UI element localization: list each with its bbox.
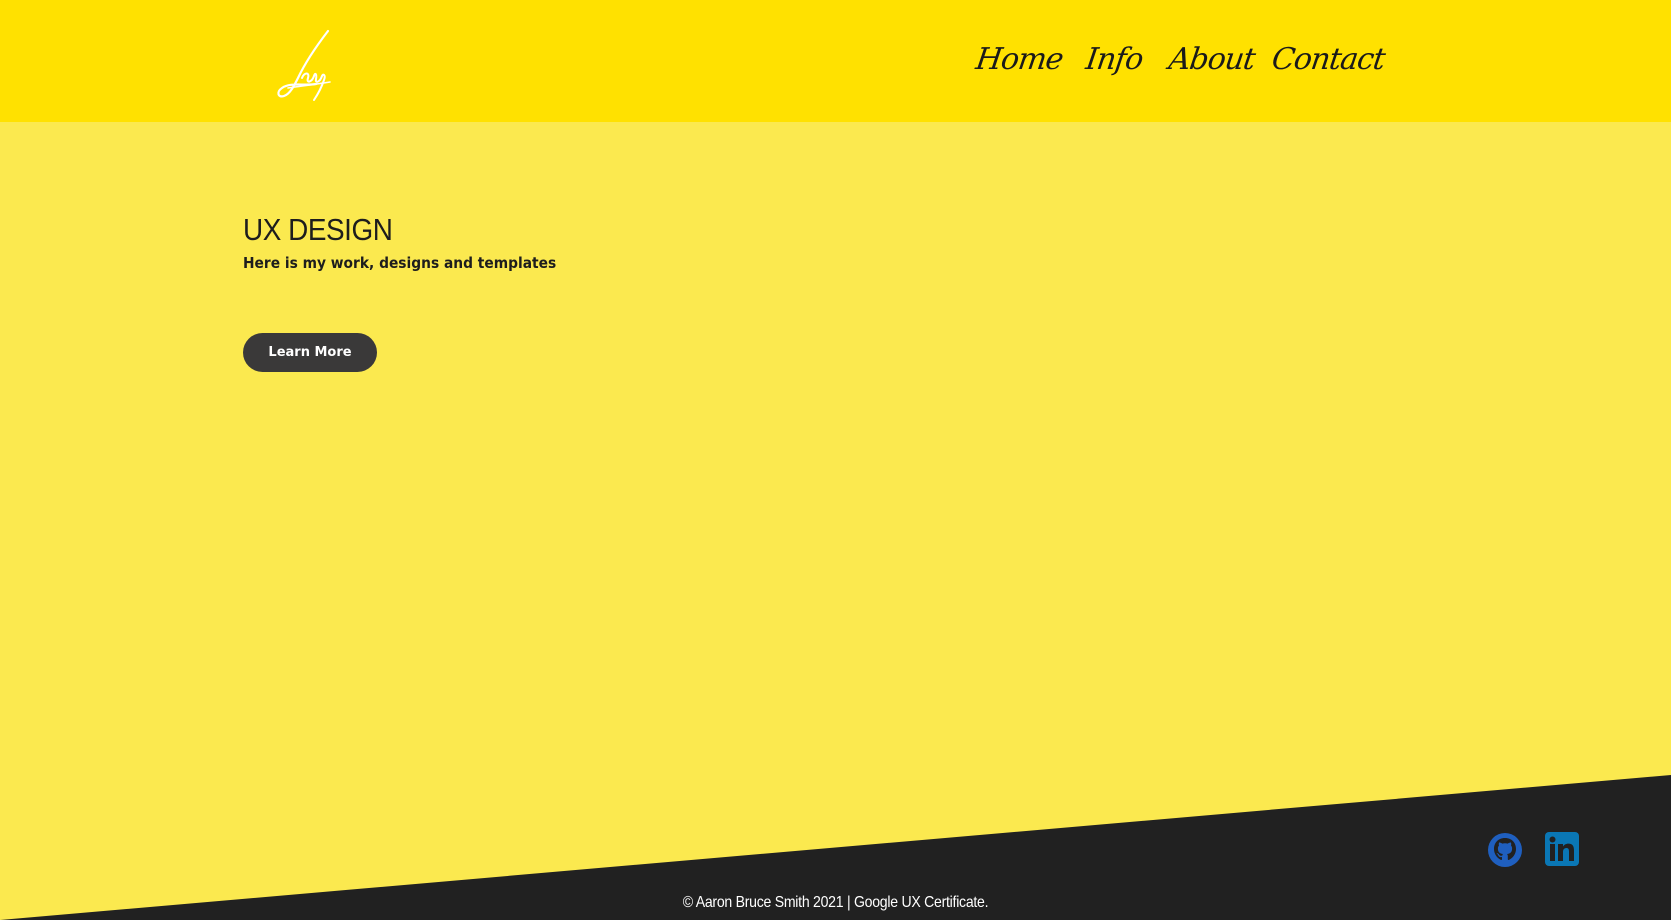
hero-title: UX DESIGN [243, 212, 393, 247]
nav-info[interactable]: Info [1082, 30, 1147, 90]
copyright-text: © Aaron Bruce Smith 2021 | Google UX Cer… [682, 894, 989, 911]
nav-contact[interactable]: Contact [1268, 30, 1389, 90]
linkedin-link[interactable] [1544, 831, 1580, 867]
main-nav: Home Info About Contact [974, 30, 1396, 90]
github-icon [1488, 833, 1522, 867]
signature-logo-icon [277, 29, 331, 101]
site-header: Lay Home Info About Contact [0, 0, 1671, 122]
logo[interactable]: Lay [268, 26, 350, 102]
footer-background [0, 775, 1671, 920]
hero-subtitle: Here is my work, designs and templates [243, 254, 557, 272]
nav-home[interactable]: Home [972, 30, 1067, 90]
github-link[interactable] [1487, 832, 1523, 868]
linkedin-icon [1545, 832, 1579, 866]
learn-more-button[interactable]: Learn More [243, 333, 377, 372]
nav-about[interactable]: About [1165, 30, 1259, 90]
